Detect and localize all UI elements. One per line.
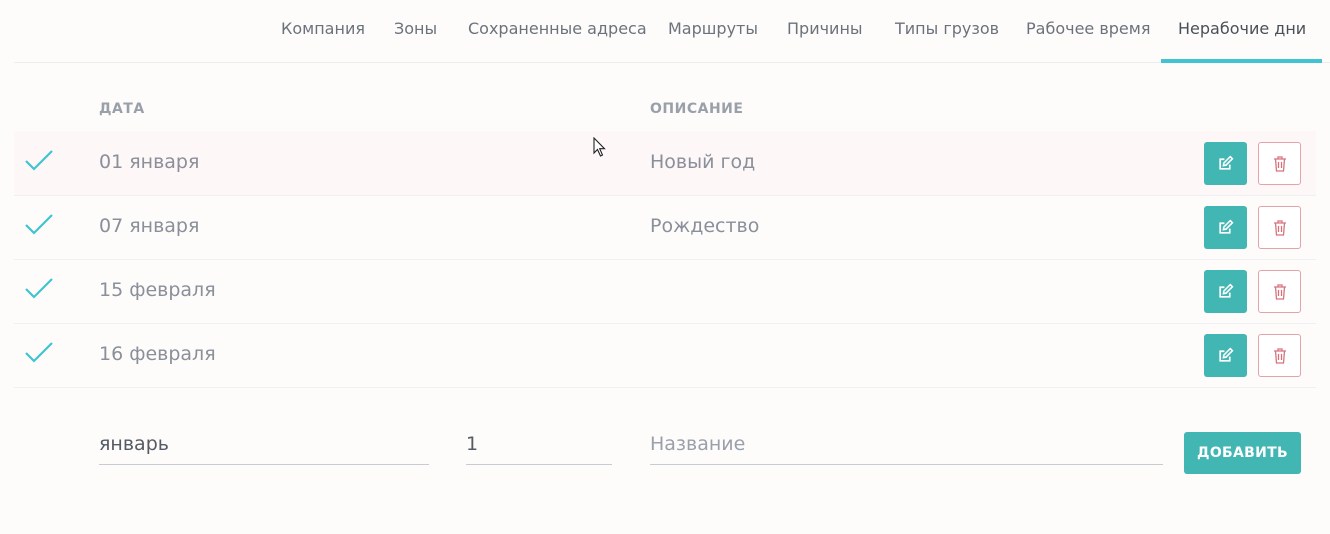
row-date: 01 января [99,151,200,173]
row-date: 15 февраля [99,279,216,301]
tab-routes[interactable]: Маршруты [668,0,758,62]
trash-icon [1273,219,1286,236]
tab-working-hours[interactable]: Рабочее время [1026,0,1150,62]
edit-icon [1219,347,1234,362]
add-button[interactable]: ДОБАВИТЬ [1184,432,1301,474]
tab-non-working-days[interactable]: Нерабочие дни [1160,0,1323,63]
edit-button[interactable] [1204,206,1247,249]
tab-saved-addresses[interactable]: Сохраненные адреса [468,0,647,62]
trash-icon [1273,155,1286,172]
delete-button[interactable] [1258,142,1301,185]
month-select[interactable]: январь [99,424,429,465]
edit-icon [1219,155,1234,170]
delete-button[interactable] [1258,270,1301,313]
tab-cargo-types[interactable]: Типы грузов [895,0,999,62]
row-description: Рождество [650,215,760,237]
column-header-date: ДАТА [99,101,145,117]
tab-reasons[interactable]: Причины [787,0,863,62]
checkmark-icon [25,342,53,363]
edit-icon [1219,283,1234,298]
row-description: Новый год [650,151,756,173]
checkmark-icon [25,278,53,299]
trash-icon [1273,347,1286,364]
delete-button[interactable] [1258,206,1301,249]
table-row: 07 января Рождество [14,195,1316,260]
day-input[interactable]: 1 [466,424,612,465]
tab-company[interactable]: Компания [281,0,365,62]
delete-button[interactable] [1258,334,1301,377]
row-date: 07 января [99,215,200,237]
edit-icon [1219,219,1234,234]
trash-icon [1273,283,1286,300]
table-row: 15 февраля [14,259,1316,324]
checkmark-icon [25,214,53,235]
table-row: 16 февраля [14,323,1316,388]
row-date: 16 февраля [99,343,216,365]
mouse-cursor-icon [593,137,606,157]
tab-zones[interactable]: Зоны [394,0,437,62]
column-header-description: ОПИСАНИЕ [650,101,744,117]
table-row: 01 января Новый год [14,131,1316,196]
edit-button[interactable] [1204,334,1247,377]
edit-button[interactable] [1204,270,1247,313]
checkmark-icon [25,150,53,171]
edit-button[interactable] [1204,142,1247,185]
settings-tabs: Компания Зоны Сохраненные адреса Маршрут… [14,0,1330,63]
name-input[interactable]: Название [650,424,1163,465]
